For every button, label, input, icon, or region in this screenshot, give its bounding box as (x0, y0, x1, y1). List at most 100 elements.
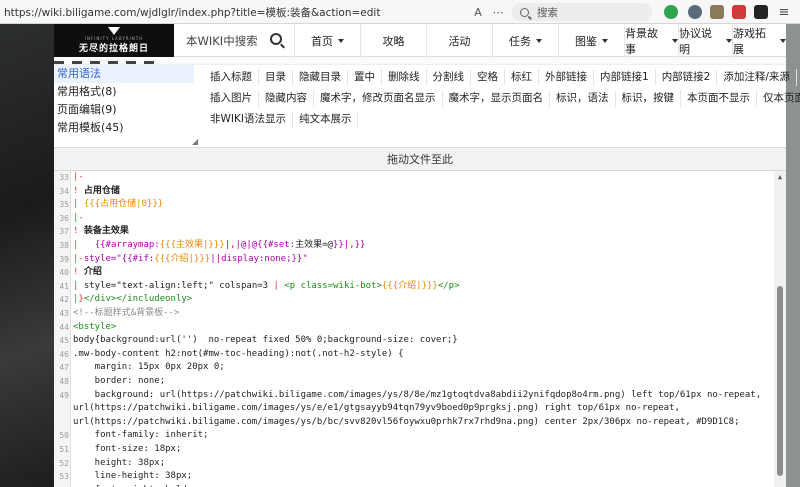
onlyinclude-button[interactable]: 仅本页面显示 (757, 90, 800, 107)
code-line[interactable]: 39 |-style="{{#if:{{{介绍|}}}||display:none… (54, 253, 774, 267)
code-line[interactable]: 46 .mw-body-content h2:not(#mw-toc-headin… (54, 348, 774, 362)
extension-dark-icon[interactable] (754, 5, 768, 19)
noinclude-button[interactable]: 本页面不显示 (681, 90, 757, 107)
drop-zone-label: 拖动文件至此 (387, 153, 453, 166)
address-bar[interactable]: https://wiki.biligame.com/wjdlglr/index.… (0, 2, 510, 22)
url-text[interactable]: https://wiki.biligame.com/wjdlglr/index.… (4, 5, 380, 20)
line-number: 37 (59, 227, 69, 237)
magic-word-rename-button[interactable]: 魔术字，修改页面名显示 (314, 90, 443, 107)
hide-content-button[interactable]: 隐藏内容 (259, 90, 314, 107)
resize-handle-icon[interactable]: ◢ (192, 137, 198, 146)
line-number: 34 (59, 186, 69, 196)
code-line-text: | style="text-align:left;" colspan=3 | <… (73, 280, 460, 294)
code-token: | (273, 280, 285, 291)
nav-codex[interactable]: 图鉴 (558, 24, 624, 57)
code-editor[interactable]: ▲ 33 |- 34! 占用仓储 35 | {{{占用仓储|0}}} 36 |- 37! 装备… (54, 171, 786, 487)
extension-bookmark-icon[interactable] (710, 5, 724, 19)
code-token: ||display:none;}}" (210, 253, 308, 264)
code-line[interactable]: 37! 装备主效果 (54, 225, 774, 239)
code-line[interactable]: 44 <bstyle> (54, 321, 774, 335)
external-link-button[interactable]: 外部链接 (539, 69, 594, 86)
code-line-text: font-size: 18px; (73, 443, 182, 457)
code-line[interactable]: 43 <!--标题样式&背景板--> (54, 307, 774, 321)
extension-red-icon[interactable] (732, 5, 746, 19)
font-size-icon[interactable]: A (470, 4, 486, 20)
code-line[interactable]: 36 |- (54, 212, 774, 226)
line-number: 50 (59, 431, 69, 441)
code-line[interactable]: url(https://patchwiki.biligame.com/image… (54, 402, 774, 416)
line-number: 49 (59, 390, 69, 400)
site-logo[interactable]: INFINITY LABYRINTH 无尽的拉格朗日 (54, 24, 174, 57)
nav-home[interactable]: 首页 (294, 24, 360, 57)
nav-missions[interactable]: 任务 (492, 24, 558, 57)
red-text-button[interactable]: 标红 (505, 69, 539, 86)
hide-toc-button[interactable]: 隐藏目录 (293, 69, 348, 86)
code-line-text: | {{{占用仓储|0}}} (73, 198, 163, 212)
line-number: 48 (59, 377, 69, 386)
code-line[interactable]: 38 | {{#arraymap:{{{主效果|}}}|,|@|@{{#set:主… (54, 239, 774, 253)
code-line[interactable]: 34! 占用仓储 (54, 185, 774, 199)
code-line[interactable]: 52 height: 38px; (54, 457, 774, 471)
code-line[interactable]: 41 | style="text-align:left;" colspan=3 |… (54, 280, 774, 294)
file-drop-zone[interactable]: 拖动文件至此 (54, 147, 786, 171)
line-number: 46 (59, 349, 69, 359)
extension-green-icon[interactable] (664, 5, 678, 19)
category-common-syntax[interactable]: 常用语法 (54, 65, 194, 83)
label-key-button[interactable]: 标识，按键 (616, 90, 681, 107)
nav-events[interactable]: 活动 (426, 24, 492, 57)
code-token: 介绍 (83, 267, 102, 278)
code-line[interactable]: 48 border: none; (54, 375, 774, 389)
insert-image-button[interactable]: 插入图片 (204, 90, 259, 107)
code-line-text: <!--标题样式&背景板--> (73, 307, 179, 321)
browser-search-input[interactable]: 搜索 (512, 3, 652, 21)
label-syntax-button[interactable]: 标识，语法 (550, 90, 616, 107)
nav-extras[interactable]: 游戏拓展 (732, 24, 786, 57)
line-number: 39 (59, 254, 69, 264)
insert-heading-button[interactable]: 插入标题 (204, 69, 259, 86)
scroll-up-arrow-icon[interactable]: ▲ (774, 173, 786, 181)
code-line[interactable]: 45 body{background:url('') no-repeat fixe… (54, 334, 774, 348)
code-line[interactable]: 50 font-family: inherit; (54, 429, 774, 443)
category-page-editing[interactable]: 页面编辑(9) (54, 101, 194, 119)
space-button[interactable]: 空格 (471, 69, 505, 86)
code-line[interactable]: 35 | {{{占用仓储|0}}} (54, 198, 774, 212)
nav-guides[interactable]: 攻略 (360, 24, 426, 57)
magic-word-pagename-button[interactable]: 魔术字，显示页面名 (443, 90, 550, 107)
code-line[interactable]: 42 |}</div></includeonly> (54, 293, 774, 307)
code-token: <!--标题样式&背景板--> (73, 308, 180, 318)
code-line[interactable]: 51 font-size: 18px; (54, 443, 774, 457)
code-line[interactable]: 53 line-height: 38px; (54, 470, 774, 484)
browser-menu-icon[interactable]: ≡ (776, 4, 792, 20)
plain-text-button[interactable]: 纯文本展示 (293, 111, 359, 128)
nav-protocols[interactable]: 协议说明 (678, 24, 732, 57)
code-line[interactable]: 47 margin: 15px 0px 20px 0; (54, 361, 774, 375)
nav-label: 协议说明 (679, 26, 712, 56)
search-icon[interactable] (270, 33, 282, 45)
nav-label: 图鉴 (575, 34, 597, 48)
extension-shield-icon[interactable] (688, 5, 702, 19)
code-line[interactable]: url(https://patchwiki.biligame.com/image… (54, 416, 774, 430)
more-options-icon[interactable]: ⋯ (490, 4, 506, 20)
nowiki-button[interactable]: 非WIKI语法显示 (204, 111, 293, 128)
scrollbar-thumb[interactable] (777, 286, 783, 476)
code-line[interactable]: 33 |- (54, 171, 774, 185)
internal-link-2-button[interactable]: 内部链接2 (656, 69, 718, 86)
divider-button[interactable]: 分割线 (427, 69, 471, 86)
code-token: style="{{#if: (83, 253, 155, 264)
toc-button[interactable]: 目录 (259, 69, 293, 86)
code-line-text: font-family: inherit; (73, 429, 209, 443)
category-common-formats[interactable]: 常用格式(8) (54, 83, 194, 101)
wiki-search-input[interactable]: 本WIKI中搜索 (186, 33, 258, 49)
strikethrough-button[interactable]: 删除线 (382, 69, 427, 86)
internal-link-1-button[interactable]: 内部链接1 (594, 69, 656, 86)
center-button[interactable]: 置中 (348, 69, 382, 86)
code-line[interactable]: 40! 介绍 (54, 266, 774, 280)
editor-scrollbar[interactable]: ▲ (774, 171, 786, 487)
category-common-templates[interactable]: 常用模板(45) (54, 119, 194, 137)
nav-story[interactable]: 背景故事 (624, 24, 678, 57)
code-line-text: | {{#arraymap:{{{主效果|}}}|,|@|@{{#set:主效果… (73, 239, 365, 253)
code-line[interactable]: 49 background: url(https://patchwiki.bil… (54, 389, 774, 403)
nav-label: 背景故事 (625, 26, 658, 56)
line-number: 53 (59, 472, 69, 482)
add-note-button[interactable]: 添加注释/来源 (717, 69, 797, 86)
